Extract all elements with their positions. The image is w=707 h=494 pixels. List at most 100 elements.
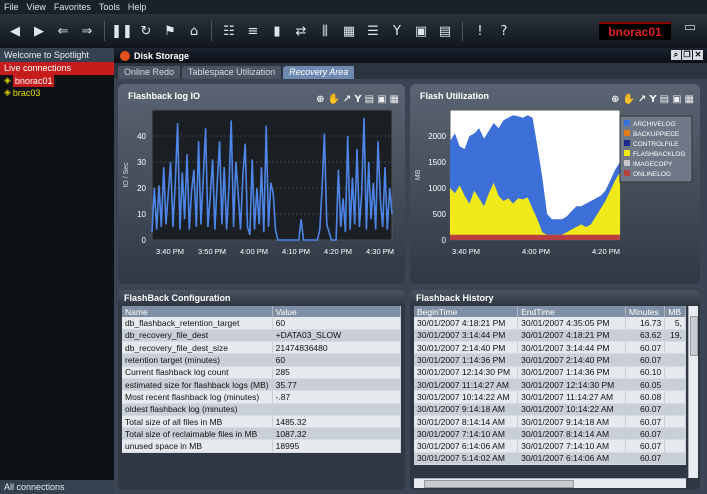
menu-favorites[interactable]: Favorites bbox=[54, 2, 91, 12]
grid-icon[interactable]: ▦ bbox=[340, 22, 358, 40]
table-row[interactable]: Current flashback log count 285 bbox=[122, 366, 402, 379]
sql-icon[interactable]: ≡ bbox=[244, 22, 262, 40]
search-icon[interactable]: ⌕ bbox=[671, 50, 681, 60]
mb-cell bbox=[664, 366, 686, 379]
table-row[interactable]: 30/01/2007 6:14:06 AM 30/01/2007 7:14:10 … bbox=[414, 439, 686, 453]
filter-icon[interactable]: Y bbox=[388, 22, 406, 40]
list-icon[interactable]: ☰ bbox=[364, 22, 382, 40]
table-row[interactable]: 30/01/2007 8:14:14 AM 30/01/2007 9:14:18 … bbox=[414, 415, 686, 429]
table-row[interactable]: 30/01/2007 11:14:27 AM 30/01/2007 12:14:3… bbox=[414, 378, 686, 392]
legend-swatch bbox=[624, 140, 630, 146]
sidebar-all-connections[interactable]: All connections bbox=[0, 480, 114, 494]
table-row[interactable]: db_recovery_file_dest_size 21474836480 bbox=[122, 341, 402, 355]
table-row[interactable]: Total size of reclaimable files in MB 108… bbox=[122, 427, 402, 441]
sidebar-live-connections[interactable]: Live connections bbox=[0, 62, 114, 75]
end-time-cell: 30/01/2007 3:14:44 PM bbox=[517, 341, 626, 355]
column-header-begintime[interactable]: BeginTime bbox=[414, 306, 519, 317]
table-row[interactable]: 30/01/2007 9:14:18 AM 30/01/2007 10:14:22… bbox=[414, 403, 686, 416]
table-row[interactable]: estimated size for flashback logs (MB) 35… bbox=[122, 378, 402, 392]
minutes-cell: 60.05 bbox=[625, 378, 666, 392]
end-time-cell: 30/01/2007 4:35:05 PM bbox=[517, 317, 626, 330]
minutes-cell: 60.07 bbox=[625, 452, 666, 466]
column-header-name[interactable]: Name bbox=[122, 306, 273, 317]
refresh-icon[interactable]: ↻ bbox=[137, 22, 155, 40]
mb-cell bbox=[664, 390, 686, 404]
alert-icon[interactable]: ! bbox=[471, 22, 489, 40]
menu-file[interactable]: File bbox=[4, 2, 19, 12]
column-header-endtime[interactable]: EndTime bbox=[517, 306, 626, 317]
x-tick-label: 3:50 PM bbox=[198, 247, 226, 256]
mb-cell bbox=[664, 415, 686, 429]
table-row[interactable]: Total size of all files in MB 1485.32 bbox=[122, 415, 402, 429]
swap-icon[interactable]: ⇄ bbox=[292, 22, 310, 40]
vertical-scrollbar[interactable] bbox=[688, 306, 698, 478]
sessions-icon[interactable]: ☷ bbox=[220, 22, 238, 40]
window-title: Disk Storage bbox=[134, 50, 190, 61]
horizontal-scrollbar[interactable] bbox=[414, 478, 686, 488]
help-icon[interactable]: ? bbox=[495, 22, 513, 40]
mb-cell bbox=[664, 427, 686, 441]
restore-icon[interactable]: ❐ bbox=[682, 50, 692, 60]
columns-icon[interactable]: ⫼ bbox=[316, 22, 334, 40]
monitor-icon[interactable]: ▭ bbox=[679, 20, 701, 40]
nav-forward-icon[interactable]: ⇒ bbox=[78, 22, 96, 40]
begin-time-cell: 30/01/2007 11:14:27 AM bbox=[414, 378, 519, 392]
sidebar: Welcome to Spotlight Live connections ◈ … bbox=[0, 48, 114, 494]
pause-icon[interactable]: ❚❚ bbox=[111, 22, 133, 40]
end-time-cell: 30/01/2007 4:18:21 PM bbox=[517, 329, 626, 343]
config-name-cell: Most recent flashback log (minutes) bbox=[122, 390, 273, 404]
column-header-minutes[interactable]: Minutes bbox=[625, 306, 666, 317]
sidebar-item-bnorac01[interactable]: ◈ bnorac01 bbox=[0, 75, 114, 87]
table-row[interactable]: db_flashback_retention_target 60 bbox=[122, 317, 402, 330]
export-icon[interactable]: ▣ bbox=[412, 22, 430, 40]
x-tick-label: 4:20 PM bbox=[592, 247, 620, 256]
config-name-cell: estimated size for flashback logs (MB) bbox=[122, 378, 273, 392]
x-tick-label: 3:40 PM bbox=[156, 247, 184, 256]
back-icon[interactable]: ◀ bbox=[6, 22, 24, 40]
scrollbar-thumb[interactable] bbox=[424, 480, 574, 488]
legend-swatch bbox=[624, 150, 630, 156]
tab-recovery-area[interactable]: Recovery Area bbox=[283, 66, 355, 79]
nav-back-icon[interactable]: ⇐ bbox=[54, 22, 72, 40]
table-row[interactable]: 30/01/2007 7:14:10 AM 30/01/2007 8:14:14 … bbox=[414, 427, 686, 441]
bar-chart-icon[interactable]: ▮ bbox=[268, 22, 286, 40]
table-row[interactable]: 30/01/2007 5:14:02 AM 30/01/2007 6:14:06 … bbox=[414, 452, 686, 466]
table-row[interactable]: retention target (minutes) 60 bbox=[122, 353, 402, 367]
scrollbar-thumb[interactable] bbox=[690, 316, 698, 356]
tab-online-redo[interactable]: Online Redo bbox=[118, 66, 181, 79]
home-icon[interactable]: ⌂ bbox=[185, 22, 203, 40]
database-icon: ◈ bbox=[4, 76, 11, 86]
column-header-value[interactable]: Value bbox=[272, 306, 402, 317]
table-row[interactable]: 30/01/2007 10:14:22 AM 30/01/2007 11:14:2… bbox=[414, 390, 686, 404]
close-icon[interactable]: ✕ bbox=[693, 50, 703, 60]
end-time-cell: 30/01/2007 9:14:18 AM bbox=[517, 415, 626, 429]
end-time-cell: 30/01/2007 7:14:10 AM bbox=[517, 439, 626, 453]
report-icon[interactable]: ▤ bbox=[436, 22, 454, 40]
menu-tools[interactable]: Tools bbox=[99, 2, 120, 12]
y-tick-label: 0 bbox=[442, 236, 447, 245]
config-name-cell: Current flashback log count bbox=[122, 366, 273, 379]
sidebar-item-brac03[interactable]: ◈ brac03 bbox=[0, 87, 114, 99]
table-row[interactable]: oldest flashback log (minutes) bbox=[122, 403, 402, 416]
table-row[interactable]: 30/01/2007 2:14:40 PM 30/01/2007 3:14:44 … bbox=[414, 341, 686, 355]
table-row[interactable]: db_recovery_file_dest +DATA03_SLOW bbox=[122, 329, 402, 343]
table-row[interactable]: 30/01/2007 4:18:21 PM 30/01/2007 4:35:05 … bbox=[414, 317, 686, 330]
menu-view[interactable]: View bbox=[27, 2, 46, 12]
sidebar-welcome[interactable]: Welcome to Spotlight bbox=[0, 48, 114, 62]
legend-label: ONLINELOG bbox=[633, 171, 671, 178]
bookmark-icon[interactable]: ⚑ bbox=[161, 22, 179, 40]
config-name-cell: db_recovery_file_dest_size bbox=[122, 341, 273, 355]
table-row[interactable]: 30/01/2007 1:14:36 PM 30/01/2007 2:14:40 … bbox=[414, 353, 686, 367]
table-row[interactable]: Most recent flashback log (minutes) -.87 bbox=[122, 390, 402, 404]
y-tick-label: 1000 bbox=[428, 184, 446, 193]
forward-icon[interactable]: ▶ bbox=[30, 22, 48, 40]
column-header-mb[interactable]: MB bbox=[664, 306, 686, 317]
table-row[interactable]: 30/01/2007 3:14:44 PM 30/01/2007 4:18:21 … bbox=[414, 329, 686, 343]
legend-label: ARCHIVELOG bbox=[633, 121, 676, 128]
menu-help[interactable]: Help bbox=[128, 2, 147, 12]
table-row[interactable]: unused space in MB 18995 bbox=[122, 439, 402, 453]
table-row[interactable]: 30/01/2007 12:14:30 PM 30/01/2007 1:14:36… bbox=[414, 366, 686, 379]
config-value-cell: 1087.32 bbox=[272, 427, 402, 441]
legend-swatch bbox=[624, 120, 630, 126]
tab-tablespace-utilization[interactable]: Tablespace Utilization bbox=[182, 66, 282, 79]
